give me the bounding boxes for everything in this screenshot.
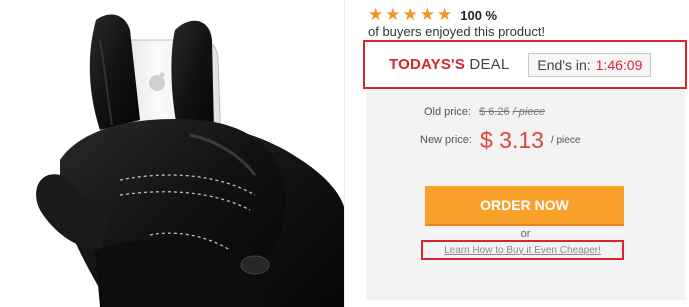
order-now-button[interactable]: ORDER NOW: [425, 186, 624, 226]
product-image: [0, 0, 345, 307]
new-price-unit: / piece: [550, 134, 581, 146]
star-icon: ★: [437, 4, 453, 25]
gloves-phone-illustration: [36, 14, 344, 307]
star-icon: ★: [419, 4, 435, 25]
rating-caption: of buyers enjoyed this product!: [368, 24, 546, 39]
countdown-time: 1:46:09: [595, 56, 643, 73]
star-icon: ★: [385, 4, 401, 25]
deal-title: TODAYS'S DEAL: [389, 56, 509, 73]
rating-stars: ★ ★ ★ ★ ★: [368, 4, 453, 25]
rating-row: ★ ★ ★ ★ ★ 100 %: [368, 6, 497, 24]
buy-cheaper-link[interactable]: Learn How to Buy it Even Cheaper!: [444, 245, 601, 256]
rating-percent: 100 %: [460, 7, 498, 23]
star-icon: ★: [368, 4, 384, 25]
old-price-row: Old price: $ 6.26 / piece: [424, 106, 545, 118]
or-separator: or: [520, 228, 531, 240]
price-panel: Old price: $ 6.26 / piece New price: $ 3…: [366, 90, 685, 300]
todays-deal-banner: TODAYS'S DEAL End's in: 1:46:09: [363, 40, 687, 89]
old-price-value: $ 6.26: [479, 106, 510, 118]
new-price-value: $ 3.13: [479, 126, 544, 153]
new-price-row: New price: $ 3.13 / piece: [420, 126, 580, 154]
new-price-label: New price:: [420, 134, 472, 146]
countdown-label: End's in:: [537, 56, 591, 73]
old-price-unit: / piece: [512, 106, 546, 118]
countdown-timer: End's in: 1:46:09: [528, 52, 652, 77]
deal-title-strong: TODAYS'S: [389, 56, 466, 73]
deal-title-rest: DEAL: [469, 56, 510, 73]
cheaper-link-highlight: Learn How to Buy it Even Cheaper!: [421, 240, 624, 260]
old-price-label: Old price:: [424, 106, 472, 118]
star-icon: ★: [402, 4, 418, 25]
